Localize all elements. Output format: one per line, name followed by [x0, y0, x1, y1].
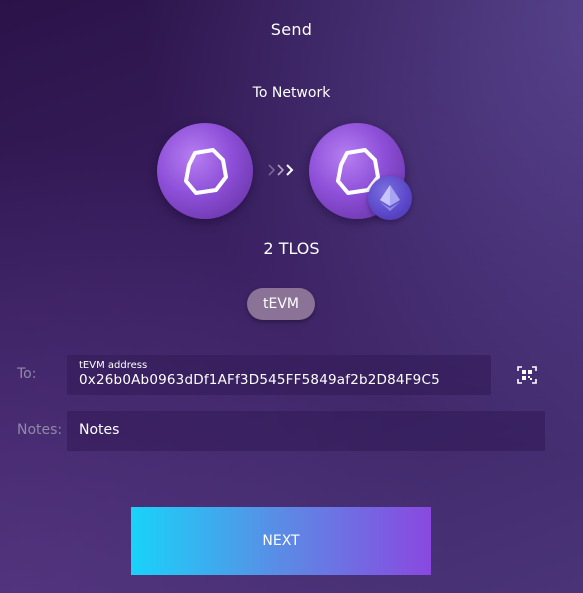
ethereum-icon — [380, 185, 400, 211]
to-network-label: To Network — [252, 85, 331, 101]
notes-field[interactable]: Notes — [67, 411, 545, 451]
transfer-amount: 2 TLOS — [263, 239, 320, 258]
from-network-coin — [157, 123, 253, 219]
notes-input[interactable]: Notes — [79, 422, 119, 438]
address-field[interactable]: tEVM address 0x26b0Ab0963dDf1AFf3D545FF5… — [67, 355, 491, 395]
address-field-label: tEVM address — [79, 360, 148, 371]
address-value[interactable]: 0x26b0Ab0963dDf1AFf3D545FF5849af2b2D84F9… — [79, 372, 440, 388]
chevrons-right-icon — [268, 164, 294, 176]
page-title: Send — [270, 20, 313, 39]
network-chip[interactable]: tEVM — [247, 288, 315, 320]
notes-label: Notes: — [17, 422, 63, 438]
telos-icon — [184, 148, 228, 195]
next-button[interactable]: NEXT — [131, 507, 431, 575]
ethereum-badge — [368, 176, 412, 220]
to-label: To: — [17, 366, 37, 382]
qr-scan-icon[interactable] — [517, 366, 537, 384]
